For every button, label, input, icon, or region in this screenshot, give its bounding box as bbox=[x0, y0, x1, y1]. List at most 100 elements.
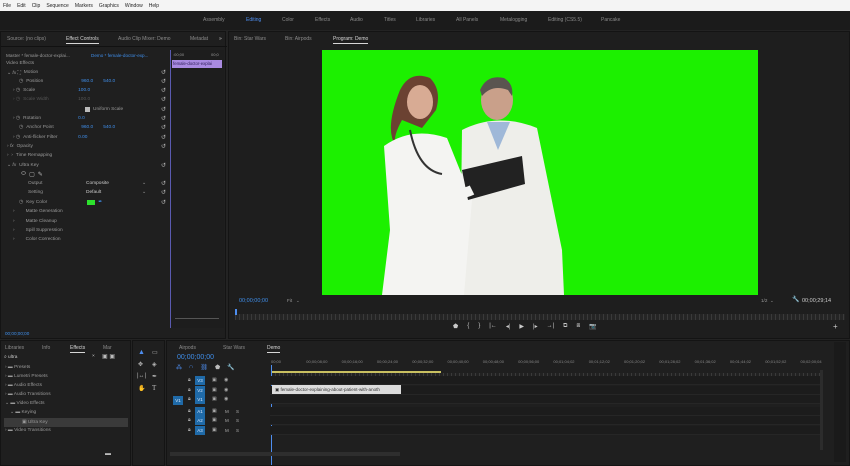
effects-folder-video-effects[interactable]: ⌄ ▬ Video Effects bbox=[5, 401, 45, 406]
sync-lock-icon[interactable]: ▣ bbox=[212, 396, 217, 402]
ripple-edit-tool-icon[interactable]: ✥ bbox=[138, 361, 143, 368]
pen-mask-icon[interactable]: ✎ bbox=[38, 171, 43, 178]
lock-icon[interactable]: 🔒︎ bbox=[188, 427, 191, 433]
effect-time-remapping[interactable]: › › Time Remapping bbox=[1, 151, 166, 160]
tab-timeline-star-wars[interactable]: Star Wars bbox=[223, 345, 245, 351]
ellipse-mask-icon[interactable]: ⬭ bbox=[21, 171, 26, 178]
workspace-audio[interactable]: Audio bbox=[350, 17, 363, 23]
anchor-x-value[interactable]: 960.0 bbox=[81, 125, 103, 130]
program-time-ruler[interactable] bbox=[235, 314, 845, 320]
menu-help[interactable]: Help bbox=[149, 3, 159, 9]
lock-icon[interactable]: 🔒︎ bbox=[188, 396, 191, 402]
sync-lock-icon[interactable]: ▣ bbox=[212, 387, 217, 393]
menu-window[interactable]: Window bbox=[125, 3, 143, 9]
track-target-v3[interactable]: V3 bbox=[195, 376, 205, 385]
mini-clip[interactable]: female-doctor-explai bbox=[172, 60, 222, 68]
effects-folder-audio-transitions[interactable]: › ▬ Audio Transitions bbox=[5, 392, 51, 397]
mark-in-icon[interactable]: { bbox=[467, 323, 469, 330]
timeline-horizontal-scrollbar[interactable] bbox=[170, 452, 400, 456]
linked-selection-icon[interactable]: ⛓ bbox=[200, 364, 208, 371]
uniform-scale-checkbox[interactable]: Uniform Scale ↺ bbox=[1, 105, 166, 114]
effects-folder-video-transitions[interactable]: › ▬ Video Transitions bbox=[5, 428, 51, 433]
timeline-clip[interactable]: ▣ female-doctor-explaining-about-patient… bbox=[272, 385, 401, 394]
spill-suppression-group[interactable]: › Spill Suppression bbox=[1, 226, 166, 235]
mute-button[interactable]: M bbox=[225, 428, 229, 433]
new-bin-icon[interactable]: ▬ bbox=[105, 451, 111, 457]
program-timecode[interactable]: 00;00;00;00 bbox=[239, 298, 268, 304]
matte-generation-group[interactable]: › Matte Generation bbox=[1, 207, 166, 216]
menu-sequence[interactable]: Sequence bbox=[46, 3, 69, 9]
effects-folder-keying[interactable]: ⌄ ▬ Keying bbox=[10, 410, 36, 415]
sync-lock-icon[interactable]: ▣ bbox=[212, 377, 217, 383]
razor-tool-icon[interactable]: ◈ bbox=[152, 361, 157, 368]
accelerated-effects-icon[interactable]: ▣ ▣ bbox=[102, 353, 115, 360]
mini-zoom-scrollbar[interactable] bbox=[175, 318, 219, 319]
effects-folder-presets[interactable]: › ▬ Presets bbox=[5, 365, 30, 370]
lift-icon[interactable]: ⧉ bbox=[563, 323, 567, 330]
tab-metadata[interactable]: Metadat bbox=[190, 36, 208, 42]
selection-tool-icon[interactable]: ▲ bbox=[138, 349, 145, 356]
tab-libraries[interactable]: Libraries bbox=[5, 345, 24, 351]
track-target-a1[interactable]: A1 bbox=[195, 406, 205, 416]
tab-program-demo[interactable]: Program: Demo bbox=[333, 36, 369, 44]
menu-graphics[interactable]: Graphics bbox=[99, 3, 119, 9]
effect-mini-timeline[interactable]: :00;00 00;0 female-doctor-explai bbox=[170, 50, 224, 328]
anti-flicker-value[interactable]: 0.00 bbox=[78, 135, 87, 140]
workspace-color[interactable]: Color bbox=[282, 17, 294, 23]
timeline-vertical-scrollbar[interactable] bbox=[820, 370, 823, 450]
track-target-v1[interactable]: V1 bbox=[195, 395, 205, 405]
sequence-clip-select[interactable]: Demo * female-doctor-exp... bbox=[91, 53, 148, 58]
setting-dropdown[interactable]: Default bbox=[86, 190, 142, 195]
tab-timeline-airpods[interactable]: Airpods bbox=[179, 345, 196, 351]
track-target-a3[interactable]: A3 bbox=[195, 426, 205, 435]
hand-tool-icon[interactable]: ✋ bbox=[138, 385, 145, 392]
tab-markers[interactable]: Mar bbox=[103, 345, 112, 351]
go-to-out-icon[interactable]: →| bbox=[547, 323, 555, 330]
lock-icon[interactable]: 🔒︎ bbox=[188, 387, 191, 393]
track-target-a2[interactable]: A2 bbox=[195, 416, 205, 426]
type-tool-icon[interactable]: T bbox=[152, 384, 156, 392]
workspace-editing[interactable]: Editing bbox=[246, 17, 261, 23]
wrench-icon[interactable]: 🔧 bbox=[792, 296, 799, 303]
sync-lock-icon[interactable]: ▣ bbox=[212, 408, 217, 414]
tab-effect-controls[interactable]: Effect Controls bbox=[66, 36, 99, 44]
tab-info[interactable]: Info bbox=[42, 345, 50, 351]
matte-cleanup-group[interactable]: › Matte Cleanup bbox=[1, 217, 166, 226]
scale-value[interactable]: 100.0 bbox=[78, 88, 90, 93]
play-icon[interactable]: ▶ bbox=[519, 323, 524, 330]
menu-edit[interactable]: Edit bbox=[17, 3, 26, 9]
sync-lock-icon[interactable]: ▣ bbox=[212, 417, 217, 423]
mute-button[interactable]: M bbox=[225, 409, 229, 414]
workspace-all-panels[interactable]: All Panels bbox=[456, 17, 478, 23]
track-lane[interactable] bbox=[270, 426, 820, 435]
track-select-tool-icon[interactable]: ▭ bbox=[152, 349, 158, 356]
pen-tool-icon[interactable]: ✒ bbox=[152, 373, 157, 380]
step-forward-icon[interactable]: |▸ bbox=[533, 323, 538, 330]
tab-bin-star-wars[interactable]: Bin: Star Wars bbox=[234, 36, 266, 42]
output-dropdown[interactable]: Composite bbox=[86, 181, 142, 186]
track-lane[interactable] bbox=[270, 416, 820, 426]
add-marker-icon[interactable]: ⬟ bbox=[215, 364, 220, 371]
source-patch-v1[interactable]: V1 bbox=[173, 396, 183, 405]
effects-search-input[interactable]: ⌕ ultra × bbox=[4, 354, 95, 361]
effect-controls-timecode[interactable]: 00;00;00;00 bbox=[5, 331, 29, 336]
track-lane[interactable] bbox=[270, 376, 820, 385]
eye-icon[interactable]: ◉ bbox=[224, 387, 228, 393]
solo-button[interactable]: S bbox=[236, 428, 239, 433]
color-correction-group[interactable]: › Color Correction bbox=[1, 235, 166, 244]
menu-clip[interactable]: Clip bbox=[32, 3, 41, 9]
tab-audio-clip-mixer[interactable]: Audio Clip Mixer: Demo bbox=[118, 36, 171, 42]
menu-file[interactable]: File bbox=[3, 3, 11, 9]
lock-icon[interactable]: 🔒︎ bbox=[188, 377, 191, 383]
lock-icon[interactable]: 🔒︎ bbox=[188, 408, 191, 414]
step-back-icon[interactable]: ◂| bbox=[506, 323, 511, 330]
track-lane[interactable] bbox=[270, 395, 820, 405]
timeline-timecode[interactable]: 00;00;00;00 bbox=[177, 354, 214, 361]
workspace-libraries[interactable]: Libraries bbox=[416, 17, 435, 23]
go-to-in-icon[interactable]: |← bbox=[489, 323, 497, 330]
mark-out-icon[interactable]: } bbox=[478, 323, 480, 330]
add-marker-icon[interactable]: ⬟ bbox=[453, 323, 458, 330]
position-x-value[interactable]: 960.0 bbox=[81, 79, 103, 84]
tab-source[interactable]: Source: (no clips) bbox=[7, 36, 46, 42]
playhead[interactable] bbox=[235, 309, 237, 315]
